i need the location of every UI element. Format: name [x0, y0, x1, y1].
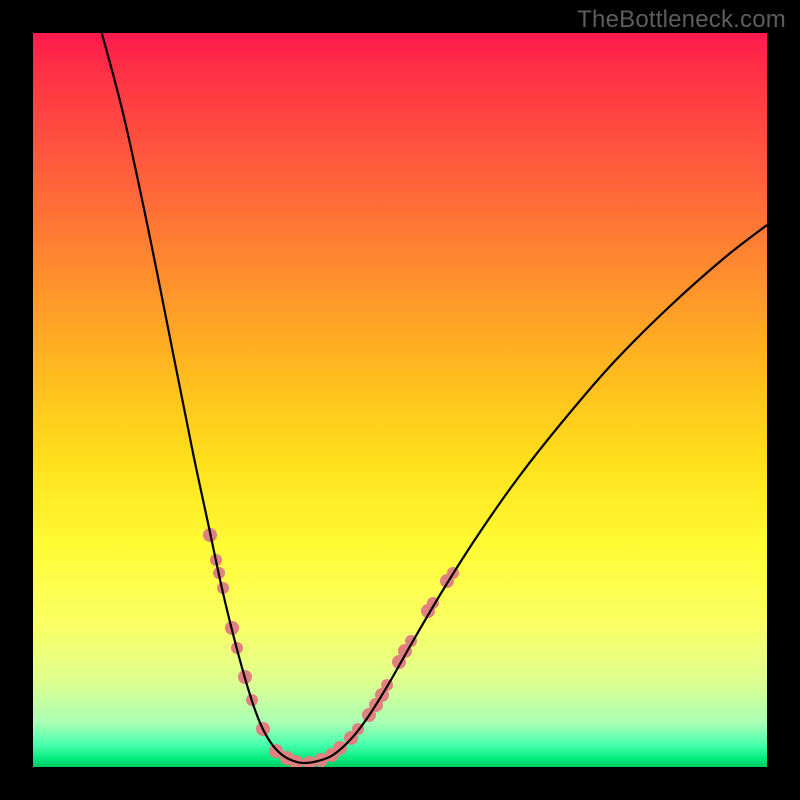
data-markers	[203, 528, 459, 767]
chart-svg	[33, 33, 767, 767]
watermark-text: TheBottleneck.com	[577, 6, 786, 34]
bottleneck-curve	[99, 33, 767, 763]
frame: TheBottleneck.com	[0, 0, 800, 800]
plot-area	[33, 33, 767, 767]
